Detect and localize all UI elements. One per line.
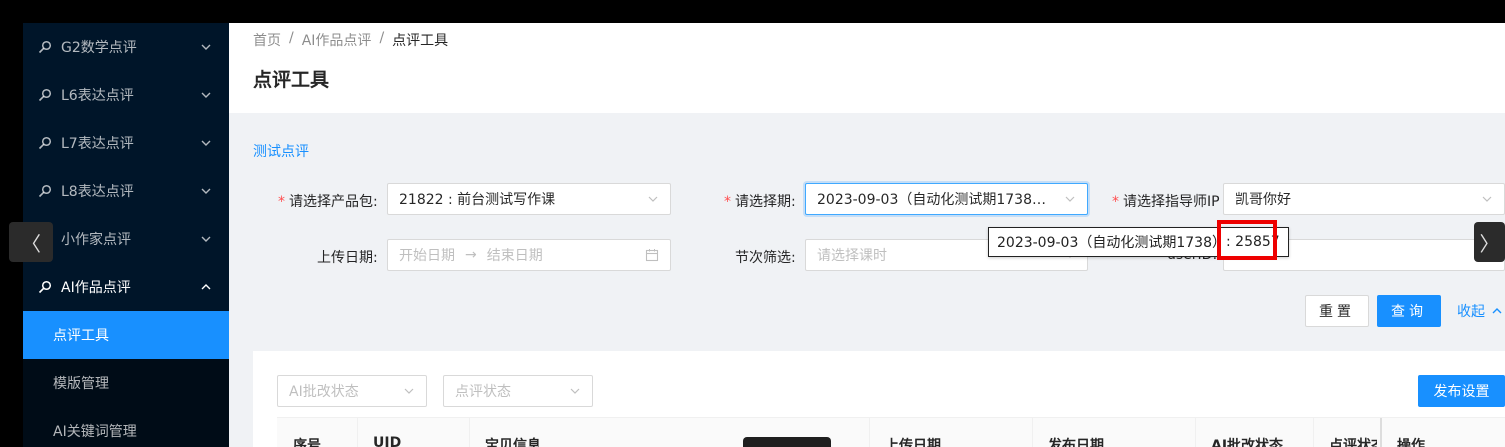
col-upload-date: 上传日期 — [885, 438, 941, 447]
col-publish-date: 发布日期 — [1048, 438, 1104, 447]
sidebar-item-l6[interactable]: L6表达点评 — [23, 71, 229, 119]
col-divider — [1313, 418, 1314, 447]
upload-date-label: 上传日期: — [317, 250, 378, 266]
teacher-label: * 请选择指导师IP — [1112, 194, 1220, 210]
ai-status-filter[interactable]: AI批改状态 — [277, 375, 427, 407]
breadcrumb-current: 点评工具 — [392, 33, 449, 49]
end-date-input[interactable]: 结束日期 — [487, 245, 645, 265]
chevron-up-icon — [201, 284, 211, 290]
table-header: 序号 UID 宝贝信息 上传日期 发布日期 AI批改状态 点评状态 操作 — [277, 417, 1505, 447]
page-title: 点评工具 — [253, 69, 330, 91]
chevron-down-icon — [201, 188, 211, 194]
highlight-box — [1217, 220, 1277, 260]
col-actions: 操作 — [1397, 438, 1425, 447]
range-arrow: → — [465, 247, 477, 263]
teacher-select-value: 凯哥你好 — [1235, 192, 1291, 208]
review-status-placeholder: 点评状态 — [455, 384, 511, 400]
chevron-down-icon — [570, 388, 580, 394]
review-status-filter[interactable]: 点评状态 — [443, 375, 593, 407]
sidebar-subitem-template-manage[interactable]: 模版管理 — [23, 359, 229, 407]
sidebar-item-young-writer[interactable]: 小作家点评 — [23, 215, 229, 263]
product-select-value: 21822 : 前台测试写作课 — [399, 192, 556, 208]
sidebar: G2数学点评 L6表达点评 L7表达点评 L8表达点评 小作家点评 AI作品点评… — [23, 23, 229, 447]
sidebar-item-ai-works[interactable]: AI作品点评 — [23, 263, 229, 311]
search-icon — [37, 135, 53, 151]
collapse-label: 收起 — [1457, 304, 1485, 320]
period-select-value: 2023-09-03（自动化测试期1738） : ... — [817, 192, 1058, 208]
tooltip-prefix: 2023-09-03（自动化测试期1738） — [997, 235, 1226, 251]
col-baby-info: 宝贝信息 — [485, 438, 541, 447]
col-ai-status: AI批改状态 — [1211, 438, 1284, 447]
lesson-label: 节次筛选: — [735, 250, 796, 266]
publish-settings-button[interactable]: 发布设置 — [1418, 375, 1505, 407]
query-button[interactable]: 查询 — [1377, 295, 1441, 327]
breadcrumb-separator: / — [379, 30, 385, 46]
chevron-down-icon — [648, 196, 658, 202]
col-divider — [357, 418, 358, 447]
chevron-up-icon — [1492, 308, 1502, 314]
search-icon — [37, 183, 53, 199]
list-card: AI批改状态 点评状态 发布设置 序号 UID 宝贝信息 上传日期 发布日期 A… — [253, 351, 1505, 447]
reset-button[interactable]: 重置 — [1305, 295, 1369, 327]
chevron-down-icon — [404, 388, 414, 394]
breadcrumb-home[interactable]: 首页 — [253, 30, 281, 50]
ai-status-placeholder: AI批改状态 — [289, 384, 359, 400]
calendar-icon — [645, 249, 659, 262]
sidebar-subitem-keyword-manage[interactable]: AI关键词管理 — [23, 407, 229, 447]
col-divider — [869, 418, 870, 447]
col-divider — [1380, 418, 1382, 447]
test-review-link[interactable]: 测试点评 — [253, 141, 309, 161]
sidebar-item-l8[interactable]: L8表达点评 — [23, 167, 229, 215]
period-select[interactable]: 2023-09-03（自动化测试期1738） : ... — [805, 183, 1088, 215]
search-icon — [37, 279, 53, 295]
col-divider — [1195, 418, 1196, 447]
upload-date-range[interactable]: 开始日期 → 结束日期 — [387, 239, 671, 271]
search-icon — [37, 87, 53, 103]
page-header: 首页 / AI作品点评 / 点评工具 点评工具 — [229, 23, 1505, 113]
col-divider — [1032, 418, 1033, 447]
breadcrumb: 首页 / AI作品点评 / 点评工具 — [253, 30, 448, 50]
chevron-down-icon — [201, 44, 211, 50]
dark-chip — [743, 437, 831, 447]
collapse-link[interactable]: 收起 — [1457, 301, 1503, 321]
sidebar-subitem-review-tool[interactable]: 点评工具 — [23, 311, 229, 359]
sidebar-submenu: 点评工具 模版管理 AI关键词管理 — [23, 311, 229, 447]
period-label: * 请选择期: — [724, 194, 796, 210]
top-bar — [0, 0, 1505, 23]
start-date-input[interactable]: 开始日期 — [399, 245, 455, 265]
col-uid: UID — [373, 435, 402, 447]
product-label: * 请选择产品包: — [278, 194, 378, 210]
chevron-down-icon — [1482, 196, 1492, 202]
breadcrumb-separator: / — [289, 30, 294, 46]
sidebar-item-l7[interactable]: L7表达点评 — [23, 119, 229, 167]
product-select[interactable]: 21822 : 前台测试写作课 — [387, 183, 671, 215]
prev-button[interactable]: 〈 — [9, 222, 53, 262]
col-review-status: 点评状态 — [1329, 438, 1377, 447]
chevron-down-icon — [1065, 196, 1075, 202]
chevron-down-icon — [201, 140, 211, 146]
chevron-down-icon — [201, 236, 211, 242]
sidebar-item-g2-math[interactable]: G2数学点评 — [23, 23, 229, 71]
col-divider — [469, 418, 470, 447]
next-button[interactable]: 〉 — [1474, 222, 1505, 262]
search-icon — [37, 39, 53, 55]
teacher-select[interactable]: 凯哥你好 — [1223, 183, 1505, 215]
breadcrumb-parent[interactable]: AI作品点评 — [302, 30, 372, 50]
chevron-down-icon — [201, 92, 211, 98]
col-index: 序号 — [293, 438, 321, 447]
